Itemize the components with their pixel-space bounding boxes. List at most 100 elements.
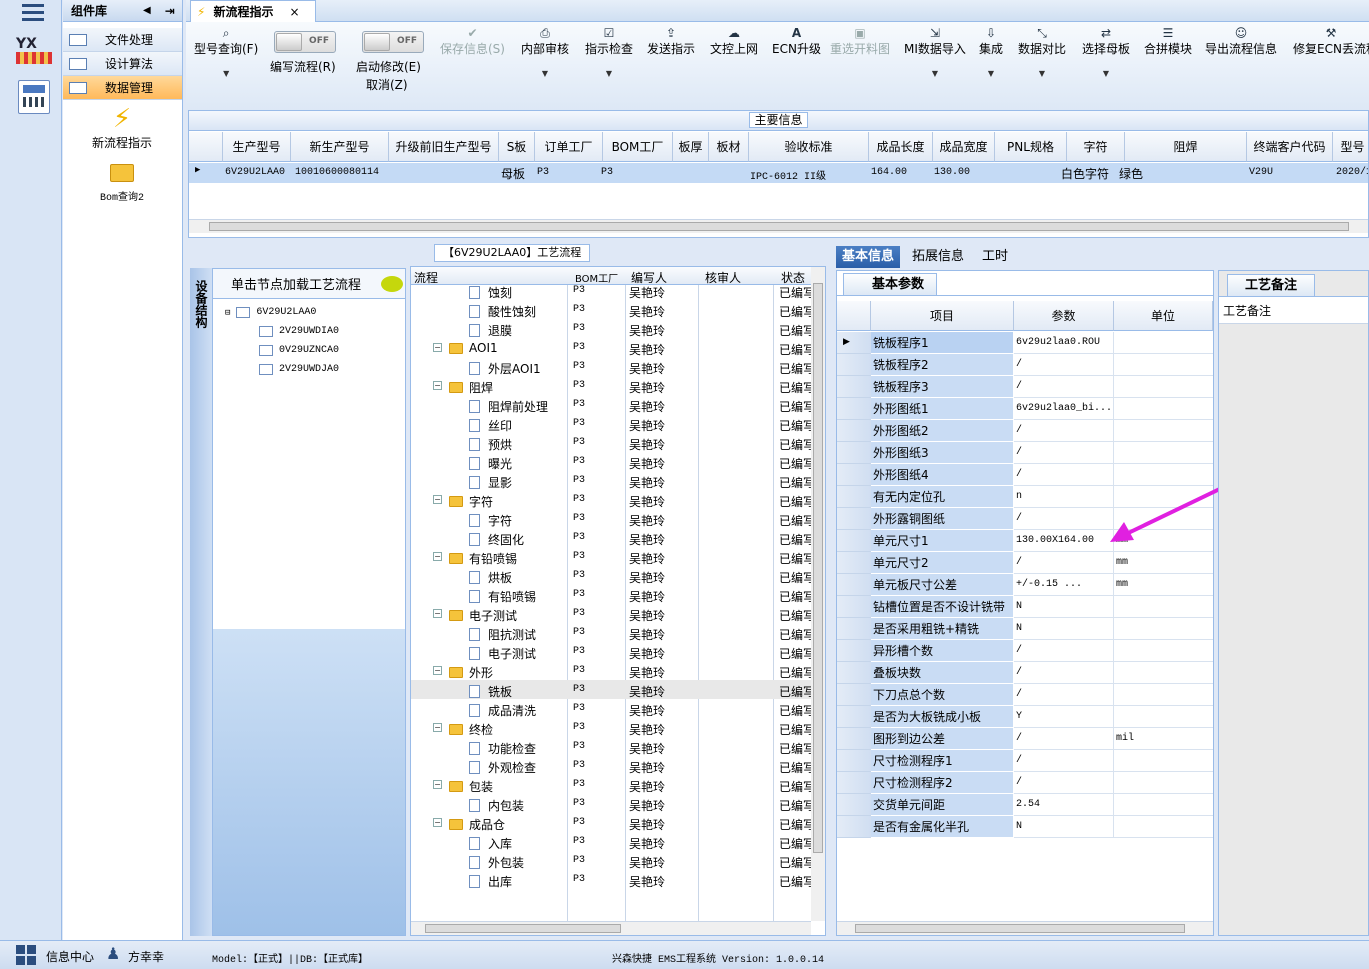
library-item-data[interactable]: 数据管理 xyxy=(63,76,182,100)
launcher-bom[interactable]: Bom查询2 xyxy=(63,164,181,204)
internal-audit-button[interactable]: ⎙ 内部审核 ▼ xyxy=(521,26,569,78)
param-value[interactable]: / xyxy=(1014,442,1114,464)
process-row[interactable]: 烘板 P3 吴艳玲 已编写 xyxy=(411,566,815,585)
grid-icon[interactable] xyxy=(16,945,38,965)
process-row[interactable]: 外观检查 P3 吴艳玲 已编写 xyxy=(411,756,815,775)
process-row[interactable]: − 字符 P3 吴艳玲 已编写 xyxy=(411,490,815,509)
param-unit[interactable]: mil xyxy=(1114,728,1213,750)
collapse-icon[interactable]: − xyxy=(433,723,442,732)
param-row[interactable]: ▶ 铣板程序1 6v29u2laa0.ROU xyxy=(837,332,1213,354)
process-row[interactable]: 电子测试 P3 吴艳玲 已编写 xyxy=(411,642,815,661)
param-unit[interactable] xyxy=(1114,706,1213,728)
process-row[interactable]: 退膜 P3 吴艳玲 已编写 xyxy=(411,319,815,338)
param-value[interactable]: 6v29u2laa0.ROU xyxy=(1014,332,1114,354)
cell[interactable]: P3 xyxy=(601,167,613,178)
process-row[interactable]: 入库 P3 吴艳玲 已编写 xyxy=(411,832,815,851)
collapse-icon[interactable]: − xyxy=(433,495,442,504)
ecn-upgrade-button[interactable]: A ECN升级 xyxy=(772,26,821,57)
library-item-file[interactable]: 文件处理 xyxy=(63,28,182,52)
param-row[interactable]: 铣板程序2/ xyxy=(837,354,1213,376)
menu-icon[interactable] xyxy=(22,2,44,21)
param-value[interactable]: / xyxy=(1014,750,1114,772)
process-row[interactable]: 功能检查 P3 吴艳玲 已编写 xyxy=(411,737,815,756)
tree-node[interactable]: 2V29UWDIA0 xyxy=(259,326,339,337)
param-value[interactable]: / xyxy=(1014,728,1114,750)
param-row[interactable]: 单元板尺寸公差 +/-0.15 ... mm xyxy=(837,574,1213,596)
col-header[interactable]: 升级前旧生产型号 xyxy=(389,132,499,162)
row-header[interactable] xyxy=(837,354,871,376)
tab-basic-info[interactable]: 基本信息 xyxy=(836,246,901,268)
param-value[interactable]: / xyxy=(1014,354,1114,376)
param-row[interactable]: 钻槽位置是否不设计铣带 N xyxy=(837,596,1213,618)
param-unit[interactable] xyxy=(1114,618,1213,640)
param-value[interactable]: 130.00X164.00 xyxy=(1014,530,1114,552)
col-header[interactable]: 新生产型号 xyxy=(291,132,389,162)
cell[interactable]: 2020/1 xyxy=(1336,167,1368,178)
row-header[interactable] xyxy=(837,552,871,574)
cancel-label[interactable]: 取消(Z) xyxy=(366,76,408,93)
cell[interactable]: 10010600080114 xyxy=(295,167,379,178)
param-value[interactable]: N xyxy=(1014,618,1114,640)
col-header[interactable]: BOM工厂 xyxy=(603,132,673,162)
row-header[interactable] xyxy=(837,420,871,442)
process-row[interactable]: 内包装 P3 吴艳玲 已编写 xyxy=(411,794,815,813)
tab-extended-info[interactable]: 拓展信息 xyxy=(906,246,970,268)
param-row[interactable]: 是否为大板铣成小板 Y xyxy=(837,706,1213,728)
row-header[interactable] xyxy=(837,728,871,750)
param-unit[interactable] xyxy=(1114,772,1213,794)
param-row[interactable]: 外形图纸2/ xyxy=(837,420,1213,442)
process-row[interactable]: 阻抗测试 P3 吴艳玲 已编写 xyxy=(411,623,815,642)
col-header[interactable]: 订单工厂 xyxy=(535,132,603,162)
process-row[interactable]: − 成品仓 P3 吴艳玲 已编写 xyxy=(411,813,815,832)
row-header[interactable] xyxy=(837,794,871,816)
doc-control-button[interactable]: ☁ 文控上网 xyxy=(710,26,758,57)
cell[interactable]: 130.00 xyxy=(934,167,970,178)
tab-work-hours[interactable]: 工时 xyxy=(976,246,1014,268)
process-row[interactable]: 曝光 P3 吴艳玲 已编写 xyxy=(411,452,815,471)
tab-basic-params[interactable]: 基本参数 xyxy=(843,273,938,295)
col-header[interactable]: S板 xyxy=(499,132,535,162)
col-header[interactable]: 阻焊 xyxy=(1125,132,1247,162)
process-row[interactable]: − 包装 P3 吴艳玲 已编写 xyxy=(411,775,815,794)
collapse-icon[interactable]: − xyxy=(433,381,442,390)
process-row[interactable]: 铣板 P3 吴艳玲 已编写 xyxy=(411,680,815,699)
structure-side-tab[interactable]: 设备结构 xyxy=(190,268,212,936)
horizontal-scrollbar[interactable] xyxy=(189,219,1368,233)
row-header[interactable] xyxy=(837,486,871,508)
param-value[interactable]: N xyxy=(1014,816,1114,838)
param-value[interactable]: / xyxy=(1014,420,1114,442)
cell[interactable]: IPC-6012 II级 xyxy=(750,167,826,183)
param-value[interactable]: / xyxy=(1014,552,1114,574)
param-row[interactable]: 图形到边公差 / mil xyxy=(837,728,1213,750)
param-value[interactable]: n xyxy=(1014,486,1114,508)
param-value[interactable]: / xyxy=(1014,508,1114,530)
tree-node-root[interactable]: ⊟ 6V29U2LAA0 xyxy=(225,307,316,318)
process-row[interactable]: 蚀刻 P3 吴艳玲 已编写 xyxy=(411,281,815,300)
row-header[interactable] xyxy=(837,750,871,772)
row-header[interactable] xyxy=(837,618,871,640)
process-row[interactable]: − 电子测试 P3 吴艳玲 已编写 xyxy=(411,604,815,623)
model-query-button[interactable]: ⌕ 型号查询(F) ▼ xyxy=(194,26,258,78)
merge-module-button[interactable]: ☰ 合拼模块 xyxy=(1144,26,1192,57)
process-row[interactable]: 外层AOI1 P3 吴艳玲 已编写 xyxy=(411,357,815,376)
col-header[interactable]: 板厚 xyxy=(673,132,709,162)
collapse-icon[interactable]: − xyxy=(433,343,442,352)
write-process-toggle[interactable]: OFF xyxy=(274,31,336,53)
horizontal-scrollbar[interactable] xyxy=(837,921,1213,935)
row-header[interactable] xyxy=(837,530,871,552)
dropdown-arrow-icon[interactable]: ▼ xyxy=(585,69,633,78)
dropdown-arrow-icon[interactable]: ▼ xyxy=(979,69,1003,78)
export-process-button[interactable]: ☺ 导出流程信息 xyxy=(1205,26,1277,57)
param-value[interactable]: / xyxy=(1014,662,1114,684)
param-value[interactable]: 2.54 xyxy=(1014,794,1114,816)
param-row[interactable]: 交货单元间距 2.54 xyxy=(837,794,1213,816)
param-unit[interactable] xyxy=(1114,816,1213,838)
param-unit[interactable] xyxy=(1114,354,1213,376)
tree-node[interactable]: 2V29UWDJA0 xyxy=(259,364,339,375)
process-row[interactable]: 酸性蚀刻 P3 吴艳玲 已编写 xyxy=(411,300,815,319)
param-value[interactable]: / xyxy=(1014,772,1114,794)
row-header[interactable] xyxy=(837,398,871,420)
collapse-icon[interactable]: − xyxy=(433,609,442,618)
param-value[interactable]: Y xyxy=(1014,706,1114,728)
row-header[interactable] xyxy=(837,684,871,706)
